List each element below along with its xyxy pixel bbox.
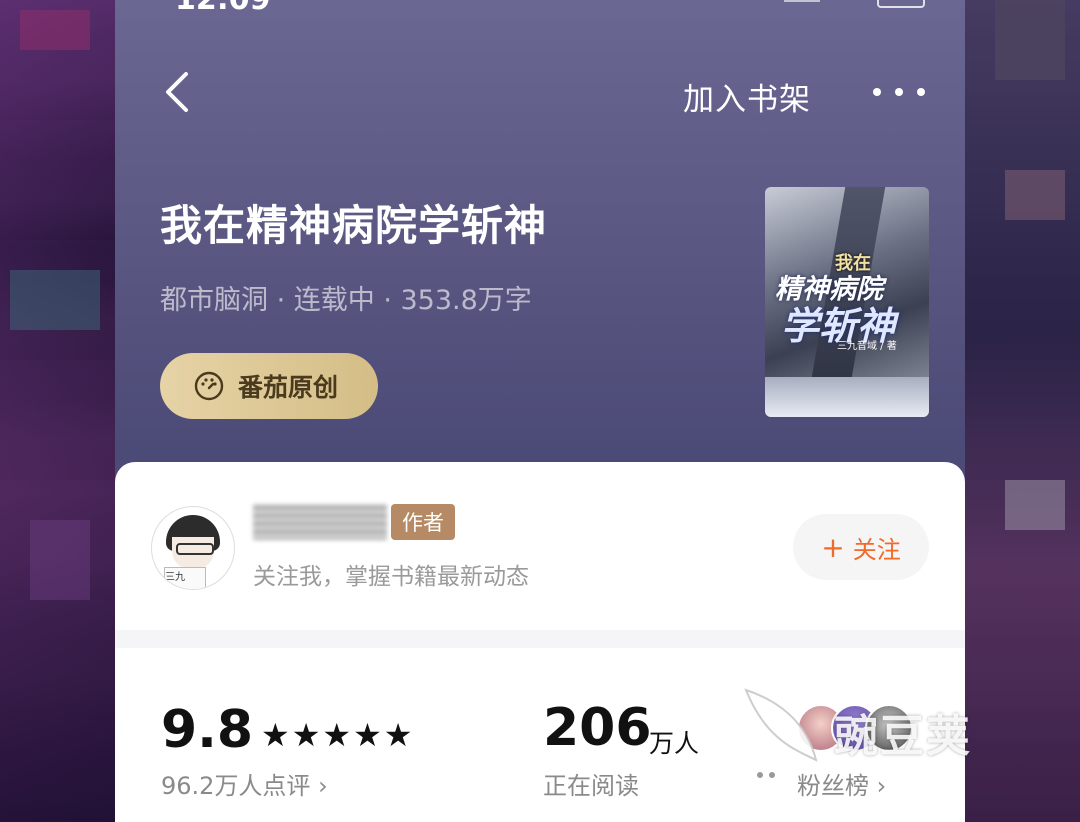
fan-avatars[interactable] — [797, 704, 913, 752]
readers-count: 206 — [543, 698, 652, 758]
bg-sign — [20, 10, 90, 50]
reading-label: 正在阅读 — [543, 772, 639, 800]
more-button[interactable] — [873, 78, 925, 106]
book-cover[interactable]: 我在 精神病院 学斩神 三九音域 / 著 — [765, 187, 929, 417]
avatar-caption: 三九 — [164, 567, 206, 589]
reviews-link[interactable]: 96.2万人点评 › — [161, 766, 328, 801]
rating-stars: ★★★★★ — [261, 716, 415, 754]
avatar-art — [176, 543, 214, 555]
info-card: 三九 作者 关注我，掌握书籍最新动态 + 关注 9.8 ★★★★★ 96.2万人… — [115, 462, 965, 822]
signal-icon — [784, 0, 820, 2]
rating-score: 9.8 — [161, 700, 254, 760]
book-title: 我在精神病院学斩神 — [160, 201, 548, 250]
add-to-shelf-button[interactable]: 加入书架 — [683, 74, 811, 119]
chevron-left-icon — [166, 72, 188, 112]
author-tag: 作者 — [391, 504, 455, 540]
cover-credit: 三九音域 / 著 — [837, 341, 897, 352]
gauge-icon — [194, 371, 224, 401]
section-divider — [115, 630, 965, 648]
dot-icon — [917, 88, 925, 96]
fan-avatar — [865, 704, 913, 752]
dot-icon — [895, 88, 903, 96]
bg-sign — [995, 0, 1065, 80]
status-bar: 12:09 — [115, 0, 965, 17]
readers-unit: 万人 — [649, 729, 700, 758]
bg-sign — [10, 270, 100, 330]
background-right-blur — [965, 0, 1080, 822]
original-badge[interactable]: 番茄原创 — [160, 353, 378, 419]
back-button[interactable] — [160, 70, 200, 114]
plus-icon: + — [821, 530, 845, 564]
status-time: 12:09 — [175, 0, 271, 17]
background-left-blur — [0, 0, 115, 822]
author-avatar[interactable]: 三九 — [151, 506, 235, 590]
cover-art — [765, 377, 929, 417]
badge-label: 番茄原创 — [238, 373, 339, 402]
battery-icon — [877, 0, 925, 8]
dot-icon — [873, 88, 881, 96]
author-name-redacted — [253, 504, 387, 540]
phone-screen: 12:09 加入书架 我在精神病院学斩神 都市脑洞 · 连载中 · 353.8万… — [115, 0, 965, 822]
bg-sign — [30, 520, 90, 600]
fans-rank-link[interactable]: 粉丝榜 › — [797, 766, 886, 801]
bg-sign — [1005, 170, 1065, 220]
bg-sign — [1005, 480, 1065, 530]
book-meta: 都市脑洞 · 连载中 · 353.8万字 — [160, 285, 532, 316]
follow-button[interactable]: + 关注 — [793, 514, 929, 580]
follow-label: 关注 — [852, 535, 901, 564]
author-subtitle: 关注我，掌握书籍最新动态 — [253, 564, 529, 590]
